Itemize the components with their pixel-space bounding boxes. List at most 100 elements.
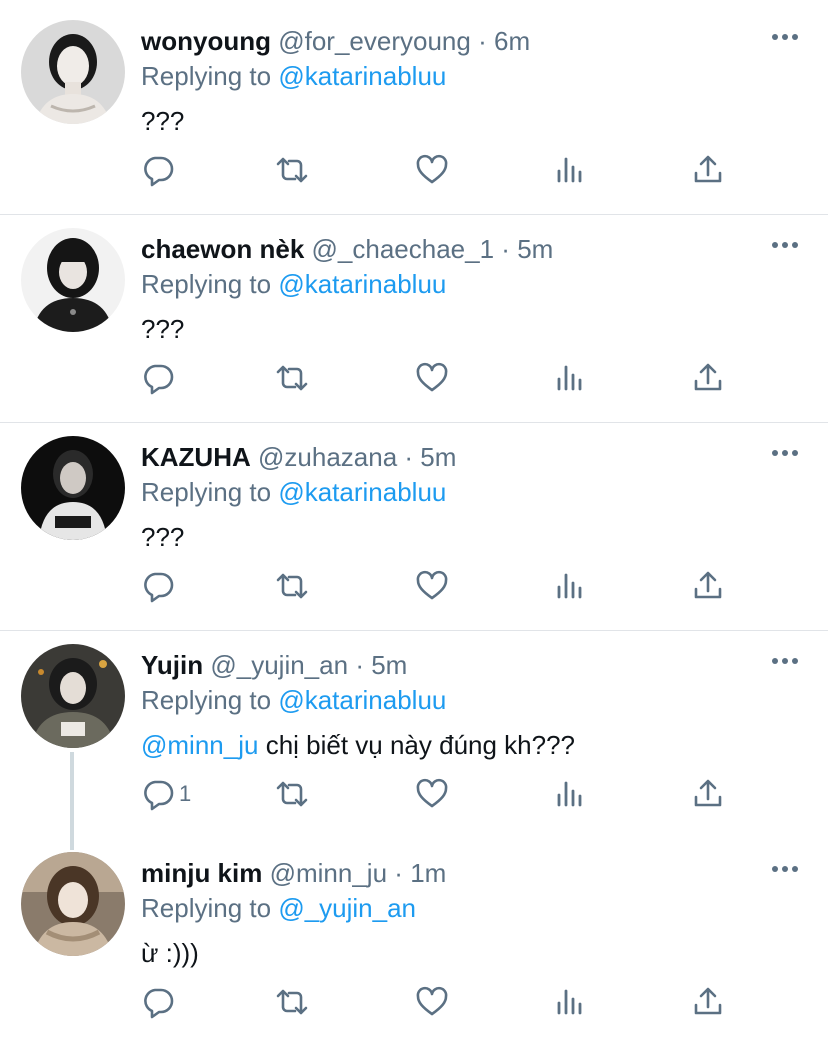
replying-prefix: Replying to	[141, 269, 272, 299]
share-button[interactable]	[691, 150, 725, 190]
avatar[interactable]	[21, 20, 125, 124]
avatar[interactable]	[21, 852, 125, 956]
replying-to: Replying to @katarinabluu	[141, 269, 446, 300]
reply-button[interactable]	[141, 358, 179, 398]
analytics-button[interactable]	[553, 774, 587, 814]
share-icon	[691, 153, 725, 187]
like-button[interactable]	[415, 358, 449, 398]
analytics-button[interactable]	[553, 982, 587, 1022]
display-name[interactable]: KAZUHA	[141, 442, 251, 472]
more-icon[interactable]	[770, 27, 800, 47]
timestamp[interactable]: 5m	[371, 650, 407, 680]
like-button[interactable]	[415, 566, 449, 606]
action-bar	[141, 566, 741, 606]
share-icon	[691, 985, 725, 1019]
separator-dot: ·	[404, 442, 414, 472]
tweet-text: @minn_ju chị biết vụ này đúng kh???	[141, 730, 575, 761]
retweet-icon	[275, 361, 309, 395]
text-mention[interactable]: @minn_ju	[141, 730, 258, 760]
replying-to-mention[interactable]: @katarinabluu	[278, 61, 446, 91]
like-icon	[415, 985, 449, 1019]
display-name[interactable]: minju kim	[141, 858, 262, 888]
tweet[interactable]: wonyoung @for_everyoung · 6m Replying to…	[0, 0, 828, 214]
timestamp[interactable]: 1m	[410, 858, 446, 888]
action-bar	[141, 150, 741, 190]
reply-icon	[141, 777, 175, 811]
retweet-button[interactable]	[275, 150, 309, 190]
display-name[interactable]: Yujin	[141, 650, 203, 680]
user-handle[interactable]: @_chaechae_1	[312, 234, 495, 264]
share-icon	[691, 361, 725, 395]
retweet-icon	[275, 569, 309, 603]
like-icon	[415, 153, 449, 187]
like-button[interactable]	[415, 982, 449, 1022]
share-button[interactable]	[691, 774, 725, 814]
retweet-button[interactable]	[275, 566, 309, 606]
like-button[interactable]	[415, 774, 449, 814]
reply-button[interactable]	[141, 150, 179, 190]
retweet-icon	[275, 985, 309, 1019]
tweet[interactable]: Yujin @_yujin_an · 5m Replying to @katar…	[0, 624, 828, 838]
tweet[interactable]: chaewon nèk @_chaechae_1 · 5m Replying t…	[0, 208, 828, 422]
analytics-icon	[553, 569, 587, 603]
reply-button[interactable]	[141, 566, 179, 606]
replying-prefix: Replying to	[141, 893, 272, 923]
reply-button[interactable]: 1	[141, 774, 191, 814]
user-handle[interactable]: @zuhazana	[258, 442, 397, 472]
replying-to: Replying to @katarinabluu	[141, 61, 446, 92]
tweet-body: ???	[141, 106, 185, 136]
tweet-header: wonyoung @for_everyoung · 6m	[141, 26, 530, 57]
tweet-body: chị biết vụ này đúng kh???	[265, 730, 576, 760]
share-button[interactable]	[691, 358, 725, 398]
display-name[interactable]: chaewon nèk	[141, 234, 304, 264]
avatar[interactable]	[21, 644, 125, 748]
more-icon[interactable]	[770, 443, 800, 463]
replying-to: Replying to @katarinabluu	[141, 685, 446, 716]
tweet-text: ???	[141, 522, 184, 553]
retweet-icon	[275, 153, 309, 187]
timestamp[interactable]: 5m	[517, 234, 553, 264]
tweet-header: chaewon nèk @_chaechae_1 · 5m	[141, 234, 553, 265]
reply-icon	[141, 153, 175, 187]
replying-prefix: Replying to	[141, 477, 272, 507]
timestamp[interactable]: 5m	[420, 442, 456, 472]
separator-dot: ·	[478, 26, 487, 56]
analytics-button[interactable]	[553, 358, 587, 398]
separator-dot: ·	[355, 650, 364, 680]
tweet[interactable]: KAZUHA @zuhazana · 5m Replying to @katar…	[0, 416, 828, 630]
more-icon[interactable]	[770, 859, 800, 879]
analytics-icon	[553, 361, 587, 395]
reply-icon	[141, 569, 175, 603]
user-handle[interactable]: @for_everyoung	[278, 26, 471, 56]
action-bar: 1	[141, 774, 741, 814]
tweet[interactable]: minju kim @minn_ju · 1m Replying to @_yu…	[0, 832, 828, 1046]
tweet-text: ừ :)))	[141, 938, 199, 969]
share-icon	[691, 569, 725, 603]
more-icon[interactable]	[770, 235, 800, 255]
like-button[interactable]	[415, 150, 449, 190]
analytics-button[interactable]	[553, 566, 587, 606]
share-button[interactable]	[691, 566, 725, 606]
retweet-button[interactable]	[275, 358, 309, 398]
replying-to-mention[interactable]: @katarinabluu	[278, 685, 446, 715]
reply-button[interactable]	[141, 982, 179, 1022]
like-icon	[415, 569, 449, 603]
tweet-text: ???	[141, 314, 184, 345]
replying-to-mention[interactable]: @katarinabluu	[278, 477, 446, 507]
analytics-button[interactable]	[553, 150, 587, 190]
separator-dot: ·	[394, 858, 403, 888]
replying-to-mention[interactable]: @_yujin_an	[278, 893, 416, 923]
reply-icon	[141, 985, 175, 1019]
retweet-button[interactable]	[275, 774, 309, 814]
retweet-button[interactable]	[275, 982, 309, 1022]
more-icon[interactable]	[770, 651, 800, 671]
user-handle[interactable]: @minn_ju	[270, 858, 387, 888]
tweet-body: ừ :)))	[141, 938, 199, 968]
replying-to-mention[interactable]: @katarinabluu	[278, 269, 446, 299]
user-handle[interactable]: @_yujin_an	[210, 650, 348, 680]
timestamp[interactable]: 6m	[494, 26, 530, 56]
avatar[interactable]	[21, 436, 125, 540]
display-name[interactable]: wonyoung	[141, 26, 271, 56]
share-button[interactable]	[691, 982, 725, 1022]
avatar[interactable]	[21, 228, 125, 332]
